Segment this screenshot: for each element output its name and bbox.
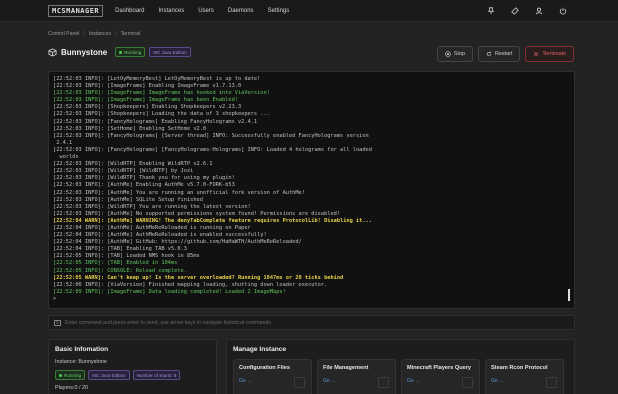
terminal-line: [22:52:03 INFO]: [WildRTP] Enabling Wild…	[53, 161, 213, 168]
nav-dashboard[interactable]: Dashboard	[115, 8, 144, 14]
terminate-label: Terminate	[542, 51, 566, 57]
terminal-scrollbar[interactable]	[568, 289, 570, 301]
nav-instances[interactable]: Instances	[159, 8, 185, 14]
restart-label: Restart	[494, 51, 513, 57]
restart-icon	[486, 51, 492, 57]
basic-info-panel: Basic Infomation Instance: Bunnystone Ru…	[48, 339, 217, 394]
manage-cards: Configuration Files Go → File Management…	[233, 359, 568, 394]
instance-name-line: Instance: Bunnystone	[55, 359, 107, 365]
user-icon[interactable]	[534, 5, 544, 17]
terminal-line: [22:52:03 INFO]: [WildRTP] [WildRTP] by …	[53, 168, 194, 175]
running-tag: Running	[55, 370, 86, 380]
terminal-line: [22:52:03 INFO]: [FancyHolograms] Enabli…	[53, 118, 258, 125]
terminal-lines: [22:52:03 INFO]: [LetOyMemoryBest] LetOy…	[53, 76, 570, 303]
breadcrumb-control-panel[interactable]: Control Panel	[48, 31, 79, 37]
manage-instance-title: Manage Instance	[233, 346, 287, 353]
terminal-line: [22:52:03 INFO]: [WildRTP] Thank you for…	[53, 175, 235, 182]
terminal-line: [22:52:03 INFO]: [WildRTP] You are runni…	[53, 203, 251, 210]
page-title: Bunnystone	[61, 47, 108, 57]
close-icon	[534, 51, 539, 57]
terminal-line: [22:52:09 INFO]: [ImageFrame] Data loadi…	[53, 288, 286, 295]
stop-label: Stop	[453, 51, 465, 57]
edition-tag: MC Java Edition	[88, 370, 130, 380]
command-bar: >	[48, 315, 575, 330]
terminal-line: [22:52:04 INFO]: [AuthMe] AuthMeReReload…	[53, 224, 251, 231]
players-query-card[interactable]: Minecraft Players Query Go →	[401, 359, 480, 394]
card-title: Minecraft Players Query	[407, 365, 472, 371]
info-tags: Running MC Java Edition Number of Starts…	[55, 370, 210, 380]
instance-actions: Stop Restart Terminate	[436, 46, 574, 62]
rcon-card[interactable]: Steam Rcon Protocol Go →	[485, 359, 564, 394]
terminal-line: [22:52:03 INFO]: [AuthMe] Enabling AuthM…	[53, 182, 235, 189]
terminal-line: [22:52:03 INFO]: [AuthMe] SQLite Setup f…	[53, 196, 203, 203]
status-dot-icon	[59, 373, 62, 377]
status-badge: Running	[115, 47, 146, 57]
manage-instance-panel: Manage Instance Configuration Files Go →…	[226, 339, 575, 394]
terminal-line: [22:52:03 INFO]: [ImageFrame] ImageFrame…	[53, 90, 270, 97]
breadcrumb-terminal: Terminal	[120, 31, 141, 37]
terminal-line: [22:52:03 INFO]: [Shopkeepers] Loading t…	[53, 111, 270, 118]
app-logo[interactable]: MCSMANAGER	[48, 4, 104, 17]
breadcrumb: Control Panel / Instances / Terminal	[48, 31, 140, 37]
breadcrumb-instances[interactable]: Instances	[89, 31, 111, 37]
card-title: Configuration Files	[239, 365, 290, 371]
terminal-line: [22:52:03 INFO]: [AuthMe] You are runnin…	[53, 189, 305, 196]
terminal-line: [22:52:03 INFO]: [ImageFrame] Enabling I…	[53, 83, 242, 90]
breadcrumb-separator: /	[83, 31, 85, 37]
users-icon	[462, 377, 473, 388]
terminal-line: [22:52:03 INFO]: [ImageFrame] ImageFrame…	[53, 97, 238, 104]
terminal-line: [22:52:06 INFO]: [ViaVersion] Finished m…	[53, 281, 328, 288]
terminal-line: >	[53, 295, 57, 302]
stop-icon	[445, 51, 451, 57]
terminal-line: [22:52:05 WARN]: Can't keep up! Is the s…	[53, 274, 344, 281]
terminal-line: [22:52:03 INFO]: [AuthMe] No supported p…	[53, 210, 341, 217]
nav-users[interactable]: Users	[198, 8, 214, 14]
nav-settings[interactable]: Settings	[268, 8, 290, 14]
edition-badge: MC Java Edition	[149, 47, 191, 57]
terminal-line: [22:52:03 INFO]: [Shopkeepers] Enabling …	[53, 104, 242, 111]
terminal-line: [22:52:04 INFO]: [AuthMe] GitHub: https:…	[53, 239, 302, 246]
stop-button[interactable]: Stop	[436, 46, 473, 62]
power-icon[interactable]	[558, 5, 568, 17]
starts-tag: Number of Starts: 8	[132, 370, 181, 380]
terminal-line: [22:52:04 INFO]: [TAB] Enabling TAB v5.0…	[53, 246, 187, 253]
top-navbar: MCSMANAGER Dashboard Instances Users Dae…	[0, 0, 618, 22]
palette-icon[interactable]	[510, 5, 520, 17]
breadcrumb-separator: /	[115, 31, 117, 37]
terminal-output[interactable]: [22:52:03 INFO]: [LetOyMemoryBest] LetOy…	[48, 71, 575, 309]
terminal-line: 2.4.1	[53, 139, 73, 146]
terminal-line: [22:52:03 INFO]: [LetOyMemoryBest] LetOy…	[53, 76, 261, 82]
basic-info-title: Basic Infomation	[55, 346, 109, 353]
instance-header: Bunnystone Running MC Java Edition	[48, 47, 191, 57]
terminal-line: [22:52:04 WARN]: [AuthMe] WARNING! The d…	[53, 217, 372, 224]
terminal-line: [22:52:05 INFO]: CONSOLE: Reload complet…	[53, 267, 187, 274]
status-dot-icon	[119, 50, 123, 54]
running-tag-text: Running	[64, 372, 82, 378]
cube-icon	[48, 47, 57, 57]
command-input[interactable]	[65, 319, 574, 326]
terminal-line: worlds	[53, 154, 79, 161]
file-management-card[interactable]: File Management Go →	[317, 359, 396, 394]
terminal-line: [22:52:03 INFO]: [FancyHolograms] [Serve…	[53, 132, 369, 139]
folder-icon	[378, 377, 389, 388]
nav-icons	[486, 5, 568, 17]
console-icon	[546, 377, 557, 388]
terminal-line: [22:52:03 INFO]: [SetHome] Enabling SetH…	[53, 125, 207, 132]
status-text: Running	[124, 49, 142, 55]
terminal-line: [22:52:05 INFO]: [TAB] Enabled in 104ms	[53, 260, 178, 267]
card-title: File Management	[323, 365, 369, 371]
terminal-line: [22:52:03 INFO]: [FancyHolograms] [Fancy…	[53, 146, 372, 153]
terminal-prompt-icon: >	[54, 319, 61, 326]
nav-daemons[interactable]: Daemons	[228, 8, 254, 14]
nav-links: Dashboard Instances Users Daemons Settin…	[115, 8, 289, 14]
card-title: Steam Rcon Protocol	[491, 365, 548, 371]
terminate-button[interactable]: Terminate	[525, 46, 574, 62]
document-icon	[294, 377, 305, 388]
pin-icon[interactable]	[486, 5, 496, 17]
restart-button[interactable]: Restart	[477, 46, 521, 62]
terminal-line: [22:52:05 INFO]: [TAB] Loaded NMS hook i…	[53, 253, 200, 260]
terminal-line: [22:52:04 INFO]: [AuthMe] AuthMeReReload…	[53, 232, 267, 239]
players-line: Players:0 / 20	[55, 385, 88, 391]
config-files-card[interactable]: Configuration Files Go →	[233, 359, 312, 394]
